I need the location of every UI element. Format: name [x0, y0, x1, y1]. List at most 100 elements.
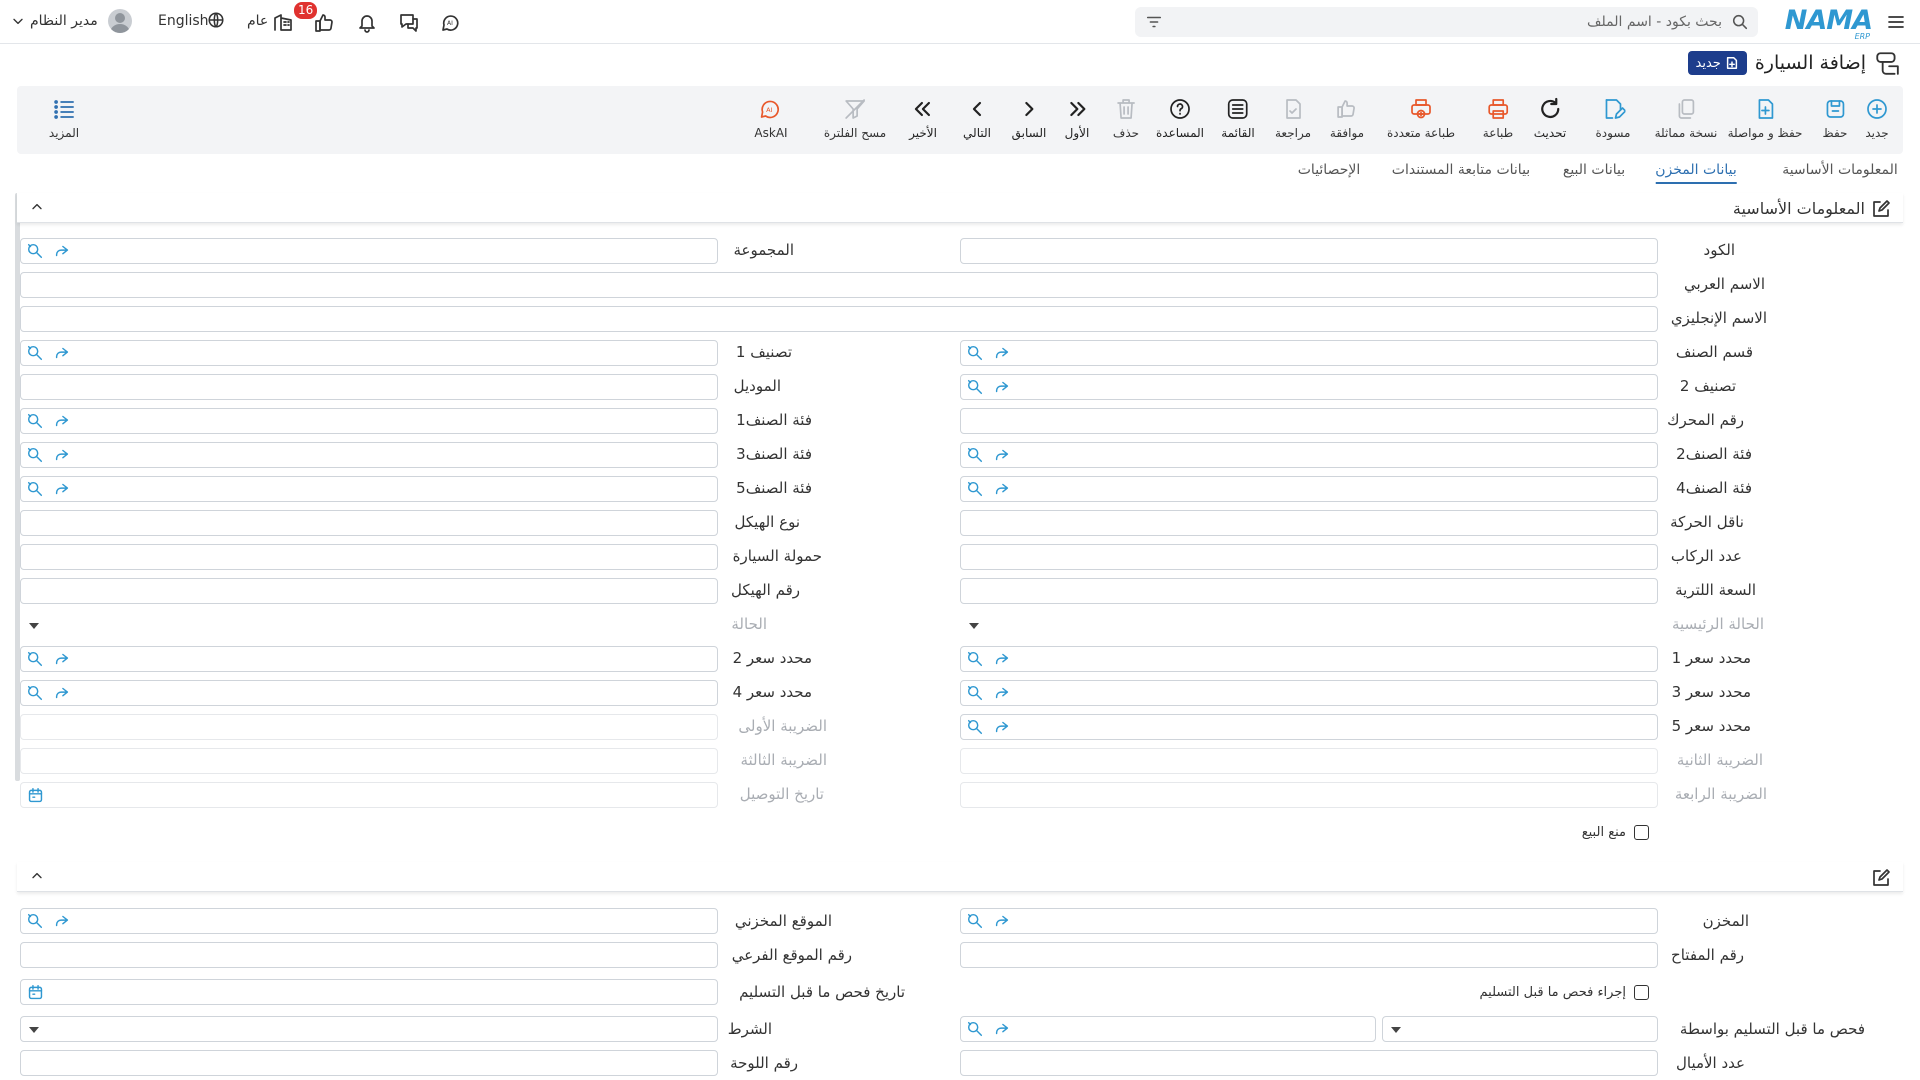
next-button[interactable]: التالي [963, 86, 991, 154]
transmission-input[interactable] [960, 510, 1658, 536]
delivery-date-input[interactable] [20, 782, 718, 808]
tab-warehouse-data[interactable]: بيانات المخزن [1655, 162, 1737, 184]
tax2-input[interactable] [960, 748, 1658, 774]
first-button[interactable]: الأول [1065, 86, 1089, 154]
calendar-icon[interactable] [27, 984, 44, 1001]
search-refresh-icon[interactable] [966, 718, 984, 736]
bell-icon[interactable] [356, 11, 378, 33]
collapse-icon[interactable] [29, 199, 45, 215]
condition-select[interactable] [20, 1016, 718, 1042]
language-switch[interactable]: English [158, 13, 209, 29]
list-button[interactable]: القائمة [1221, 86, 1255, 154]
refresh-button[interactable]: تحديث [1534, 86, 1566, 154]
search-refresh-icon[interactable] [26, 650, 44, 668]
price2-lookup[interactable] [20, 646, 718, 672]
review-button[interactable]: مراجعة [1275, 86, 1311, 154]
price4-lookup[interactable] [20, 680, 718, 706]
sub-location-no-input[interactable] [20, 942, 718, 968]
save-button[interactable]: حفظ [1823, 86, 1847, 154]
tab-sales-data[interactable]: بيانات البيع [1563, 162, 1625, 178]
tax3-input[interactable] [20, 748, 718, 774]
previous-button[interactable]: السابق [1012, 86, 1046, 154]
engine-no-input[interactable] [960, 408, 1658, 434]
open-link-icon[interactable] [993, 480, 1011, 498]
item-cat1-lookup[interactable] [20, 408, 718, 434]
pre-delivery-date-input[interactable] [20, 979, 718, 1005]
open-link-icon[interactable] [53, 480, 71, 498]
branch-label[interactable]: عام [247, 13, 268, 29]
class2-lookup[interactable] [960, 374, 1658, 400]
search-refresh-icon[interactable] [26, 912, 44, 930]
search-refresh-icon[interactable] [26, 412, 44, 430]
search-icon[interactable] [1731, 13, 1749, 31]
english-name-input[interactable] [20, 306, 1658, 332]
open-link-icon[interactable] [993, 650, 1011, 668]
more-button[interactable]: المزيد [49, 86, 79, 154]
search-input[interactable] [1182, 7, 1722, 37]
open-link-icon[interactable] [53, 446, 71, 464]
model-input[interactable] [20, 374, 718, 400]
open-link-icon[interactable] [53, 412, 71, 430]
pre-delivery-check-checkbox[interactable] [1634, 985, 1649, 1000]
chat-icon[interactable] [398, 11, 420, 33]
main-status-select[interactable] [960, 612, 1658, 638]
pre-delivery-by-type-select[interactable] [1382, 1016, 1658, 1042]
ai-assistant-icon[interactable]: AI [440, 11, 462, 33]
help-button[interactable]: المساعدة [1156, 86, 1204, 154]
chassis-no-input[interactable] [20, 578, 718, 604]
tab-statistics[interactable]: الإحصائيات [1298, 162, 1361, 178]
open-link-icon[interactable] [993, 1020, 1011, 1038]
tab-document-tracking[interactable]: بيانات متابعة المستندات [1392, 162, 1530, 178]
search-refresh-icon[interactable] [966, 378, 984, 396]
last-button[interactable]: الأخير [909, 86, 937, 154]
search-refresh-icon[interactable] [966, 344, 984, 362]
user-name[interactable]: مدير النظام [30, 13, 98, 29]
search-refresh-icon[interactable] [966, 912, 984, 930]
key-no-input[interactable] [960, 942, 1658, 968]
search-refresh-icon[interactable] [26, 684, 44, 702]
storage-location-lookup[interactable] [20, 908, 718, 934]
print-button[interactable]: طباعة [1483, 86, 1513, 154]
approve-button[interactable]: موافقة [1330, 86, 1364, 154]
avatar[interactable] [108, 9, 132, 33]
prevent-sale-checkbox[interactable] [1634, 825, 1649, 840]
askai-button[interactable]: AI AskAI [754, 86, 788, 154]
item-cat2-lookup[interactable] [960, 442, 1658, 468]
multi-print-button[interactable]: طباعة متعددة [1387, 86, 1455, 154]
load-input[interactable] [20, 544, 718, 570]
open-link-icon[interactable] [993, 718, 1011, 736]
open-link-icon[interactable] [993, 378, 1011, 396]
item-cat4-lookup[interactable] [960, 476, 1658, 502]
pre-delivery-by-lookup[interactable] [960, 1016, 1376, 1042]
open-link-icon[interactable] [53, 242, 71, 260]
search-refresh-icon[interactable] [26, 480, 44, 498]
chevron-down-icon[interactable] [10, 13, 26, 29]
group-lookup[interactable] [20, 238, 718, 264]
search-refresh-icon[interactable] [966, 1020, 984, 1038]
menu-icon[interactable] [1886, 12, 1906, 32]
search-refresh-icon[interactable] [966, 480, 984, 498]
branch-icon[interactable] [272, 11, 294, 33]
new-button[interactable]: جديد [1865, 86, 1889, 154]
arabic-name-input[interactable] [20, 272, 1658, 298]
open-link-icon[interactable] [53, 912, 71, 930]
search-refresh-icon[interactable] [966, 650, 984, 668]
calendar-icon[interactable] [27, 787, 44, 804]
collapse-icon[interactable] [29, 868, 45, 884]
body-type-input[interactable] [20, 510, 718, 536]
open-link-icon[interactable] [53, 344, 71, 362]
filter-icon[interactable] [1145, 13, 1163, 31]
item-section-lookup[interactable] [960, 340, 1658, 366]
open-link-icon[interactable] [993, 912, 1011, 930]
save-continue-button[interactable]: حفظ و مواصلة [1728, 86, 1802, 154]
search-refresh-icon[interactable] [966, 684, 984, 702]
open-link-icon[interactable] [993, 446, 1011, 464]
search-refresh-icon[interactable] [26, 446, 44, 464]
tab-basic-info[interactable]: المعلومات الأساسية [1782, 162, 1898, 178]
approvals-icon[interactable] [313, 11, 335, 33]
item-cat3-lookup[interactable] [20, 442, 718, 468]
draft-button[interactable]: مسودة [1596, 86, 1630, 154]
search-refresh-icon[interactable] [26, 344, 44, 362]
plate-no-input[interactable] [20, 1050, 718, 1076]
price5-lookup[interactable] [960, 714, 1658, 740]
